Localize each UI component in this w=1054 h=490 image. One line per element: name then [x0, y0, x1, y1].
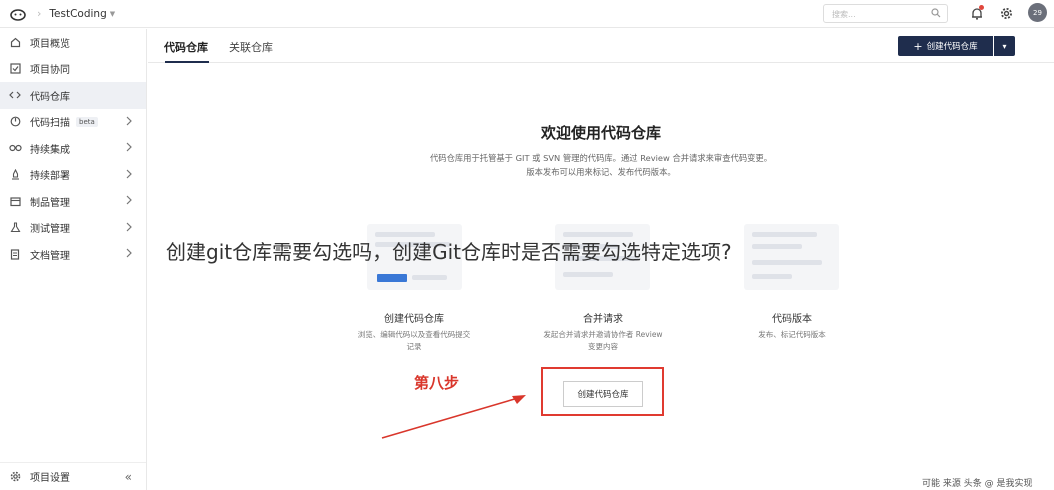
- welcome-description: 代码仓库用于托管基于 GIT 或 SVN 管理的代码库。通过 Review 合并…: [398, 151, 804, 179]
- rocket-icon: [8, 168, 22, 182]
- sidebar-item-label: 持续部署: [30, 171, 70, 183]
- gear-icon[interactable]: [998, 5, 1014, 21]
- annotation-arrow-icon: [381, 395, 526, 439]
- card-title: 合并请求: [583, 314, 623, 325]
- tab-code-repo[interactable]: 代码仓库: [164, 39, 208, 55]
- gear-icon: [8, 470, 22, 484]
- plus-icon: +: [913, 39, 923, 53]
- sidebar-item-settings[interactable]: 项目设置 «: [0, 462, 146, 490]
- sidebar-item-label: 代码仓库: [30, 91, 70, 103]
- checkbox-icon: [8, 62, 22, 76]
- home-icon: [8, 35, 22, 49]
- card-description: 发起合并请求并邀请协作者 Review 变更内容: [523, 329, 683, 353]
- create-repo-button-label: 创建代码仓库: [926, 42, 978, 52]
- card-desc-line: 记录: [406, 342, 422, 351]
- card-title: 代码版本: [772, 314, 812, 325]
- sidebar-item-label: 代码扫描: [30, 118, 70, 130]
- card-desc-line: 发起合并请求并邀请协作者 Review: [543, 330, 663, 339]
- infinity-icon: [8, 141, 22, 155]
- sidebar-item-repo[interactable]: 代码仓库: [0, 82, 146, 109]
- collapse-sidebar-icon[interactable]: «: [125, 470, 132, 484]
- sidebar-item-collab[interactable]: 项目协同: [0, 56, 146, 83]
- watermark: 可能 来源 头条 @ 是我实现: [922, 479, 1033, 489]
- active-tab-indicator: [165, 61, 209, 63]
- sidebar-item-docs[interactable]: 文档管理: [0, 241, 146, 268]
- scan-icon: [8, 115, 22, 129]
- sidebar-item-label: 项目概览: [30, 38, 70, 50]
- beta-badge: beta: [76, 116, 98, 127]
- code-icon: [8, 88, 22, 102]
- sidebar-item-artifacts[interactable]: 制品管理: [0, 188, 146, 215]
- card-desc-line: 浏览、编辑代码以及查看代码提交: [357, 330, 471, 339]
- welcome-title: 欢迎使用代码仓库: [540, 124, 661, 142]
- welcome-desc-line: 代码仓库用于托管基于 GIT 或 SVN 管理的代码库。通过 Review 合并…: [429, 153, 773, 163]
- sidebar-item-label: 项目设置: [30, 473, 70, 484]
- chevron-right-icon: [126, 142, 132, 155]
- welcome-desc-line: 版本发布可以用来标记、发布代码版本。: [526, 167, 676, 177]
- chevron-right-icon: [126, 222, 132, 235]
- create-repo-cta-button[interactable]: 创建代码仓库: [563, 381, 643, 407]
- sidebar-item-overview[interactable]: 项目概览: [0, 29, 146, 56]
- tab-linked-repo[interactable]: 关联仓库: [229, 39, 273, 55]
- box-icon: [8, 194, 22, 208]
- sidebar-item-cd[interactable]: 持续部署: [0, 162, 146, 189]
- card-description: 浏览、编辑代码以及查看代码提交 记录: [334, 329, 494, 353]
- card-desc-line: 发布、标记代码版本: [758, 330, 826, 339]
- sidebar-item-label: 文档管理: [30, 250, 70, 262]
- search-input[interactable]: 搜索...: [823, 4, 948, 23]
- chevron-right-icon: [126, 169, 132, 182]
- chevron-right-icon: [126, 195, 132, 208]
- search-icon: [931, 8, 941, 20]
- project-name[interactable]: TestCoding: [49, 8, 106, 20]
- flask-icon: [8, 221, 22, 235]
- notification-bell-icon[interactable]: [969, 5, 985, 21]
- sidebar-item-label: 测试管理: [30, 224, 70, 236]
- create-repo-button[interactable]: + 创建代码仓库: [898, 36, 993, 56]
- coding-logo-icon[interactable]: [9, 5, 27, 23]
- sidebar-item-testing[interactable]: 测试管理: [0, 215, 146, 242]
- chevron-down-icon: ▾: [1002, 41, 1007, 51]
- create-repo-dropdown-button[interactable]: ▾: [994, 36, 1015, 56]
- chevron-right-icon: [126, 248, 132, 261]
- sidebar-item-scan[interactable]: 代码扫描 beta: [0, 109, 146, 136]
- doc-icon: [8, 247, 22, 261]
- sidebar-item-label: 项目协同: [30, 65, 70, 77]
- top-bar: › TestCoding ▼ 搜索... 29: [0, 0, 1054, 28]
- chevron-right-icon: [126, 116, 132, 129]
- chevron-down-icon[interactable]: ▼: [110, 10, 115, 18]
- search-placeholder: 搜索...: [832, 10, 856, 19]
- avatar[interactable]: 29: [1028, 3, 1047, 22]
- sidebar-item-ci[interactable]: 持续集成: [0, 135, 146, 162]
- overlay-caption: 创建git仓库需要勾选吗，创建Git仓库时是否需要勾选特定选项?: [166, 240, 732, 264]
- sidebar: 项目概览 项目协同 代码仓库 代码扫描 beta 持续集成 持续部署 制品管理 …: [0, 29, 147, 490]
- card-description: 发布、标记代码版本: [712, 329, 872, 341]
- breadcrumb-separator-icon: ›: [37, 7, 42, 20]
- card-desc-line: 变更内容: [588, 342, 618, 351]
- card-title: 创建代码仓库: [384, 314, 444, 325]
- code-version-illustration: [744, 224, 839, 290]
- sidebar-item-label: 持续集成: [30, 144, 70, 156]
- sidebar-item-label: 制品管理: [30, 197, 70, 209]
- notification-dot: [979, 5, 984, 10]
